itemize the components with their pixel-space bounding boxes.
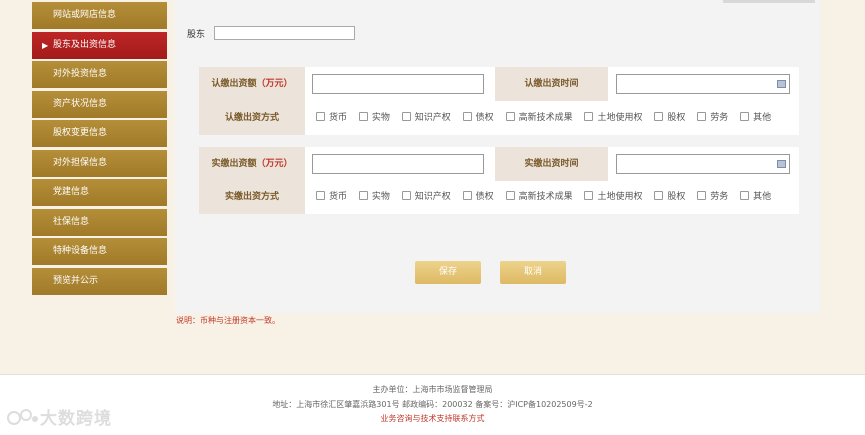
paid-time-input[interactable]	[616, 154, 790, 174]
subscribed-time-input[interactable]	[616, 74, 790, 94]
sidebar-item-website[interactable]: 网站或网店信息	[32, 2, 167, 29]
paid-time-label: 实缴出资时间	[495, 147, 608, 181]
checkbox[interactable]	[358, 112, 368, 121]
sidebar-nav: 网站或网店信息 ▶ 股东及出资信息 对外投资信息 资产状况信息 股权变更信息 对外…	[32, 2, 167, 297]
watermark: 大数跨境	[6, 404, 112, 429]
method-option-labor[interactable]: 劳务	[697, 101, 728, 135]
note-text: 说明：币种与注册资本一致。	[176, 316, 280, 325]
method-option-equity[interactable]: 股权	[654, 101, 685, 135]
method-option-hitech[interactable]: 高新技术成果	[505, 180, 573, 214]
checkbox[interactable]	[584, 191, 594, 200]
method-option-debt[interactable]: 债权	[462, 180, 494, 214]
sidebar-item-label: 对外担保信息	[53, 157, 108, 168]
calendar-icon[interactable]	[777, 160, 786, 168]
checkbox[interactable]	[358, 191, 368, 200]
footer-contact-link[interactable]: 业务咨询与技术支持联系方式	[0, 413, 865, 424]
method-option-land[interactable]: 土地使用权	[584, 180, 642, 214]
method-option-currency[interactable]: 货币	[316, 180, 347, 214]
sidebar-item-equity-change[interactable]: 股权变更信息	[32, 120, 167, 147]
sidebar-item-label: 社保信息	[53, 216, 90, 227]
checkbox[interactable]	[462, 191, 472, 200]
sidebar-item-label: 特种设备信息	[53, 246, 108, 256]
watermark-logo-icon	[7, 409, 38, 425]
sidebar-item-assets[interactable]: 资产状况信息	[32, 90, 167, 118]
sidebar-item-shareholder[interactable]: ▶ 股东及出资信息	[32, 31, 167, 59]
method-option-equity[interactable]: 股权	[654, 180, 685, 214]
sidebar-item-label: 党建信息	[53, 187, 90, 197]
method-option-currency[interactable]: 货币	[316, 101, 347, 135]
sidebar-item-label: 股权变更信息	[53, 128, 108, 138]
watermark-text: 大数跨境	[40, 409, 112, 429]
method-option-ip[interactable]: 知识产权	[401, 101, 451, 135]
method-option-physical[interactable]: 实物	[358, 101, 390, 135]
checkbox[interactable]	[505, 191, 515, 200]
sidebar-item-investment[interactable]: 对外投资信息	[32, 61, 167, 88]
checkbox[interactable]	[316, 112, 325, 121]
footer-address: 地址：上海市徐汇区肇嘉浜路301号 邮政编码：200032 备案号：沪ICP备1…	[272, 400, 593, 409]
subscribed-time-label: 认缴出资时间	[495, 67, 608, 101]
checkbox[interactable]	[401, 112, 411, 121]
method-option-physical[interactable]: 实物	[358, 180, 390, 214]
sidebar-item-label: 资产状况信息	[53, 98, 108, 109]
sidebar-item-party[interactable]: 党建信息	[32, 179, 167, 206]
sidebar-item-label: 股东及出资信息	[53, 39, 117, 50]
cancel-button[interactable]: 取消	[500, 261, 566, 284]
method-option-land[interactable]: 土地使用权	[584, 101, 642, 135]
subscribed-amount-input[interactable]	[312, 74, 484, 94]
shareholder-input[interactable]	[214, 26, 355, 40]
footer-organizer: 主办单位：上海市市场监督管理局	[372, 385, 493, 394]
sidebar-item-guarantee[interactable]: 对外担保信息	[32, 149, 167, 177]
subscribed-method-options: 货币 实物 知识产权 债权 高新技术成果 土地使用权 股权 劳务 其他	[316, 101, 780, 135]
subscribed-method-label: 认缴出资方式	[199, 101, 305, 135]
checkbox[interactable]	[584, 112, 594, 121]
sidebar-item-label: 预览并公示	[53, 275, 99, 286]
method-option-hitech[interactable]: 高新技术成果	[505, 101, 573, 135]
paid-amount-input[interactable]	[312, 154, 484, 174]
subscribed-amount-label: 认缴出资额（万元）	[199, 67, 305, 101]
save-button[interactable]: 保存	[415, 261, 481, 284]
footer: 主办单位：上海市市场监督管理局 地址：上海市徐汇区肇嘉浜路301号 邮政编码：2…	[0, 374, 865, 435]
sidebar-item-label: 网站或网店信息	[53, 10, 117, 20]
sidebar-item-label: 对外投资信息	[53, 69, 108, 79]
triangle-right-icon: ▶	[42, 40, 49, 50]
checkbox[interactable]	[505, 112, 515, 121]
checkbox[interactable]	[740, 112, 750, 121]
method-option-ip[interactable]: 知识产权	[401, 180, 451, 214]
sidebar-item-preview[interactable]: 预览并公示	[32, 267, 167, 295]
checkbox[interactable]	[697, 191, 707, 200]
paid-section: 实缴出资额（万元） 实缴出资时间 实缴出资方式 货币 实物 知识产权 债权 高新…	[199, 147, 799, 214]
paid-amount-label: 实缴出资额（万元）	[199, 147, 305, 181]
checkbox[interactable]	[654, 191, 664, 200]
checkbox[interactable]	[697, 112, 707, 121]
checkbox[interactable]	[401, 191, 411, 200]
checkbox[interactable]	[316, 191, 325, 200]
sidebar-item-social-security[interactable]: 社保信息	[32, 208, 167, 236]
method-option-labor[interactable]: 劳务	[697, 180, 728, 214]
shareholder-label: 股东	[187, 30, 206, 40]
sidebar-item-special-equipment[interactable]: 特种设备信息	[32, 238, 167, 265]
method-option-other[interactable]: 其他	[740, 101, 771, 135]
checkbox[interactable]	[740, 191, 750, 200]
calendar-icon[interactable]	[777, 80, 786, 88]
method-option-debt[interactable]: 债权	[462, 101, 494, 135]
top-tab[interactable]	[723, 0, 815, 3]
method-option-other[interactable]: 其他	[740, 180, 771, 214]
subscribed-section: 认缴出资额（万元） 认缴出资时间 认缴出资方式 货币 实物 知识产权 债权 高新…	[199, 67, 799, 135]
checkbox[interactable]	[654, 112, 664, 121]
paid-method-options: 货币 实物 知识产权 债权 高新技术成果 土地使用权 股权 劳务 其他	[316, 180, 780, 214]
checkbox[interactable]	[462, 112, 472, 121]
paid-method-label: 实缴出资方式	[199, 180, 305, 214]
